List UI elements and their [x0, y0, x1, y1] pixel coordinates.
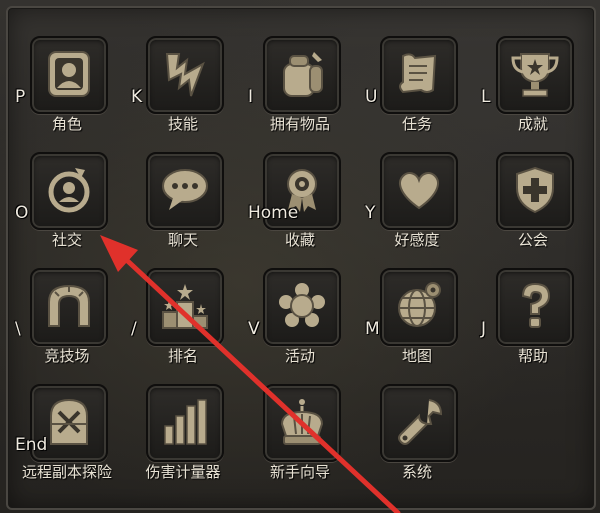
menu-slot-affinity[interactable]: Y 好感度: [362, 152, 472, 268]
menu-slot-map[interactable]: M 地图: [362, 268, 472, 384]
menu-slot-character[interactable]: P 角色: [12, 36, 122, 152]
menu-slot-collection[interactable]: Home 收藏: [245, 152, 355, 268]
character-portrait-icon: [30, 36, 108, 114]
achievement-trophy-icon: [496, 36, 574, 114]
hotkey-dungeon: End: [15, 435, 48, 455]
hotkey-affinity: Y: [365, 203, 376, 223]
hotkey-collection: Home: [248, 203, 299, 223]
menu-slot-guild[interactable]: 公会: [478, 152, 588, 268]
label-achievements: 成就: [517, 115, 548, 133]
hotkey-social: O: [15, 203, 29, 223]
damage-meter-icon: [146, 384, 224, 462]
hotkey-arena: \: [15, 319, 21, 339]
skills-lightning-icon: [146, 36, 224, 114]
system-wrench-icon: [380, 384, 458, 462]
menu-slot-system[interactable]: 系统: [362, 384, 472, 500]
arena-gate-icon: [30, 268, 108, 346]
menu-slot-social[interactable]: O 社交: [12, 152, 122, 268]
hotkey-inventory: I: [248, 87, 254, 107]
beginner-guide-crown-icon: [263, 384, 341, 462]
label-guild: 公会: [517, 231, 548, 249]
social-icon: [30, 152, 108, 230]
hotkey-help: J: [481, 319, 487, 339]
menu-slot-ranking[interactable]: / 排名: [128, 268, 238, 384]
label-system: 系统: [401, 463, 432, 481]
menu-slot-help[interactable]: J 帮助: [478, 268, 588, 384]
menu-slot-dungeon[interactable]: End 远程副本探险: [12, 384, 122, 500]
affinity-heart-icon: [380, 152, 458, 230]
menu-slot-events[interactable]: V 活动: [245, 268, 355, 384]
hotkey-quests: U: [365, 87, 378, 107]
map-globe-icon: [380, 268, 458, 346]
menu-slot-arena[interactable]: \ 竞技场: [12, 268, 122, 384]
menu-slot-inventory[interactable]: I 拥有物品: [245, 36, 355, 152]
event-star-icon: [263, 268, 341, 346]
menu-slot-quests[interactable]: U 任务: [362, 36, 472, 152]
hotkey-events: V: [248, 319, 260, 339]
menu-slot-skills[interactable]: K 技能: [128, 36, 238, 152]
menu-slot-damage-meter[interactable]: 伤害计量器: [128, 384, 238, 500]
quest-scroll-icon: [380, 36, 458, 114]
hotkey-skills: K: [131, 87, 143, 107]
menu-slot-achievements[interactable]: L 成就: [478, 36, 588, 152]
game-menu-panel: P 角色 K 技能 I 拥有物品 U 任务 L 成就 O 社交 聊天 Home …: [0, 0, 600, 513]
inventory-bag-icon: [263, 36, 341, 114]
menu-slot-chat[interactable]: 聊天: [128, 152, 238, 268]
hotkey-ranking: /: [131, 319, 137, 339]
label-help: 帮助: [517, 347, 548, 365]
ranking-podium-icon: [146, 268, 224, 346]
help-question-icon: [496, 268, 574, 346]
hotkey-achievements: L: [481, 87, 491, 107]
chat-bubble-icon: [146, 152, 224, 230]
hotkey-map: M: [365, 319, 380, 339]
guild-shield-icon: [496, 152, 574, 230]
menu-slot-beginner-guide[interactable]: 新手向导: [245, 384, 355, 500]
hotkey-character: P: [15, 87, 26, 107]
